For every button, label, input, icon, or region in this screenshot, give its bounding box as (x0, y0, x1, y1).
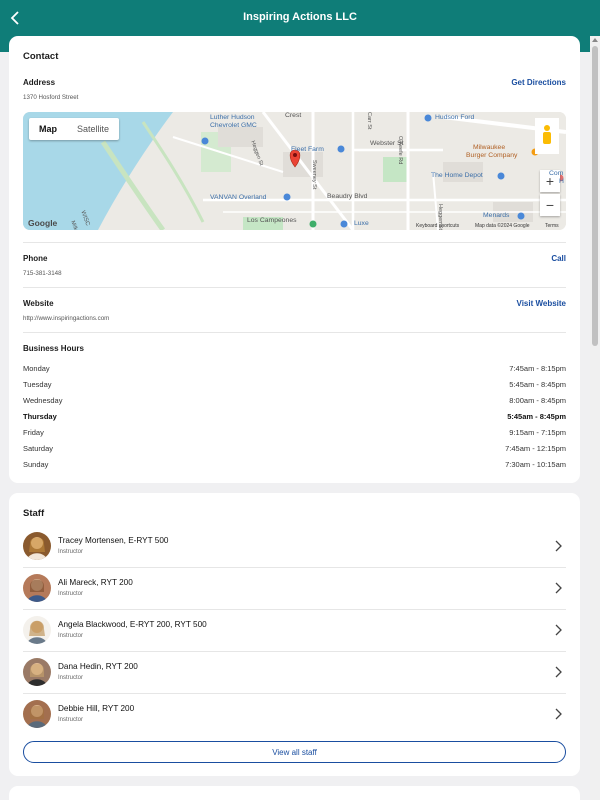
hours-time: 5:45am - 8:45pm (507, 412, 566, 421)
hours-time: 7:45am - 8:15pm (509, 364, 566, 373)
chevron-right-icon (555, 666, 562, 678)
hours-row-sunday: Sunday 7:30am - 10:15am (23, 460, 566, 474)
hours-day: Tuesday (23, 380, 52, 389)
map-label-fleet: Fleet Farm (291, 146, 324, 153)
map-label-beaudry: Beaudry Blvd (327, 193, 368, 200)
page-title: Inspiring Actions LLC (243, 11, 357, 23)
address-value: 1370 Hosford Street (23, 94, 79, 101)
hours-day: Saturday (23, 444, 54, 453)
terms-link[interactable]: Terms (545, 223, 559, 229)
hours-time: 7:30am - 10:15am (505, 460, 566, 469)
staff-role: Instructor (58, 717, 84, 723)
website-value: http://www.inspiringactions.com (23, 315, 110, 322)
map-type-control: Map Satellite (29, 118, 120, 140)
hours-time: 7:45am - 12:15pm (505, 444, 566, 453)
map-type-satellite-button[interactable]: Satellite (67, 118, 119, 140)
staff-row[interactable]: Tracey Mortensen, E-RYT 500 Instructor (23, 525, 566, 567)
map-label-menards: Menards (483, 212, 510, 219)
contact-card: Contact Address 1370 Hosford Street Get … (9, 36, 580, 483)
hours-day: Sunday (23, 460, 49, 469)
business-hours-title: Business Hours (23, 344, 84, 353)
address-label: Address (23, 78, 56, 87)
map-label-campeones: Los Campeones (247, 217, 297, 224)
map-label-luxe: Luxe (354, 220, 369, 227)
chevron-right-icon (555, 624, 562, 636)
hours-time: 9:15am - 7:15pm (509, 428, 566, 437)
google-logo: Google (28, 218, 58, 228)
next-card (9, 786, 580, 800)
hours-row-wednesday: Wednesday 8:00am - 8:45pm (23, 396, 566, 410)
staff-row[interactable]: Ali Mareck, RYT 200 Instructor (23, 567, 566, 609)
contact-title: Contact (23, 51, 59, 62)
staff-name: Tracey Mortensen, E-RYT 500 (58, 536, 169, 545)
map-label-vanvan: VANVAN Overland (210, 194, 267, 201)
divider (23, 242, 566, 243)
website-label: Website (23, 299, 54, 308)
hours-row-tuesday: Tuesday 5:45am - 8:45pm (23, 380, 566, 394)
map-label-luther2: Chevrolet GMC (210, 122, 257, 129)
map-type-map-button[interactable]: Map (29, 118, 67, 140)
staff-title: Staff (23, 508, 45, 519)
hours-day: Wednesday (23, 396, 63, 405)
hours-row-monday: Monday 7:45am - 8:15pm (23, 364, 566, 378)
get-directions-link[interactable]: Get Directions (511, 78, 566, 87)
avatar (23, 658, 51, 686)
hours-day: Monday (23, 364, 50, 373)
chevron-right-icon (555, 582, 562, 594)
divider (23, 332, 566, 333)
chevron-right-icon (555, 708, 562, 720)
hours-day: Friday (23, 428, 44, 437)
map-label-home-depot: The Home Depot (431, 172, 483, 179)
hours-row-saturday: Saturday 7:45am - 12:15pm (23, 444, 566, 458)
location-map[interactable]: Map Satellite + − Luther Hudson Chevrole… (23, 112, 566, 230)
staff-role: Instructor (58, 633, 84, 639)
keyboard-shortcuts-link[interactable]: Keyboard shortcuts (416, 223, 459, 229)
map-label-luther: Luther Hudson (210, 114, 255, 121)
staff-row[interactable]: Dana Hedin, RYT 200 Instructor (23, 651, 566, 693)
visit-website-link[interactable]: Visit Website (517, 299, 567, 308)
view-all-staff-button[interactable]: View all staff (23, 741, 566, 763)
map-label-comm2: H (559, 178, 564, 185)
avatar (23, 532, 51, 560)
staff-name: Dana Hedin, RYT 200 (58, 662, 138, 671)
staff-name: Angela Blackwood, E-RYT 200, RYT 500 (58, 620, 207, 629)
hours-row-thursday: Thursday 5:45am - 8:45pm (23, 412, 566, 426)
scrollbar[interactable] (590, 36, 600, 800)
staff-role: Instructor (58, 549, 84, 555)
map-label-crest: Crest (285, 112, 302, 119)
hours-row-friday: Friday 9:15am - 7:15pm (23, 428, 566, 442)
staff-name: Debbie Hill, RYT 200 (58, 704, 135, 713)
call-link[interactable]: Call (551, 254, 566, 263)
scroll-up-arrow-icon[interactable] (592, 38, 598, 42)
staff-row[interactable]: Debbie Hill, RYT 200 Instructor (23, 693, 566, 735)
avatar (23, 700, 51, 728)
hours-time: 5:45am - 8:45pm (509, 380, 566, 389)
map-label-milwaukee2: Burger Company (466, 152, 518, 159)
hours-day: Thursday (23, 412, 57, 421)
scroll-thumb[interactable] (592, 46, 598, 346)
phone-value: 715-381-3148 (23, 270, 62, 277)
divider (23, 287, 566, 288)
staff-role: Instructor (58, 591, 84, 597)
chevron-right-icon (555, 540, 562, 552)
staff-card: Staff Tracey Mortensen, E-RYT 500 Instru… (9, 493, 580, 776)
zoom-out-button[interactable]: − (540, 194, 560, 216)
staff-row[interactable]: Angela Blackwood, E-RYT 200, RYT 500 Ins… (23, 609, 566, 651)
map-label-milwaukee: Milwaukee (473, 144, 506, 151)
map-label-carr: Carr St (366, 112, 372, 130)
phone-label: Phone (23, 254, 48, 263)
map-data-attribution: Map data ©2024 Google (475, 223, 530, 229)
avatar (23, 574, 51, 602)
map-label-hudson-ford: Hudson Ford (435, 114, 475, 121)
avatar (23, 616, 51, 644)
hours-time: 8:00am - 8:45pm (509, 396, 566, 405)
map-label-sweeney: Sweeney St (311, 160, 317, 190)
map-label-okeefe: O'Keefe Rd (397, 136, 403, 165)
map-label-comm: Com (549, 170, 564, 177)
staff-name: Ali Mareck, RYT 200 (58, 578, 133, 587)
staff-role: Instructor (58, 675, 84, 681)
